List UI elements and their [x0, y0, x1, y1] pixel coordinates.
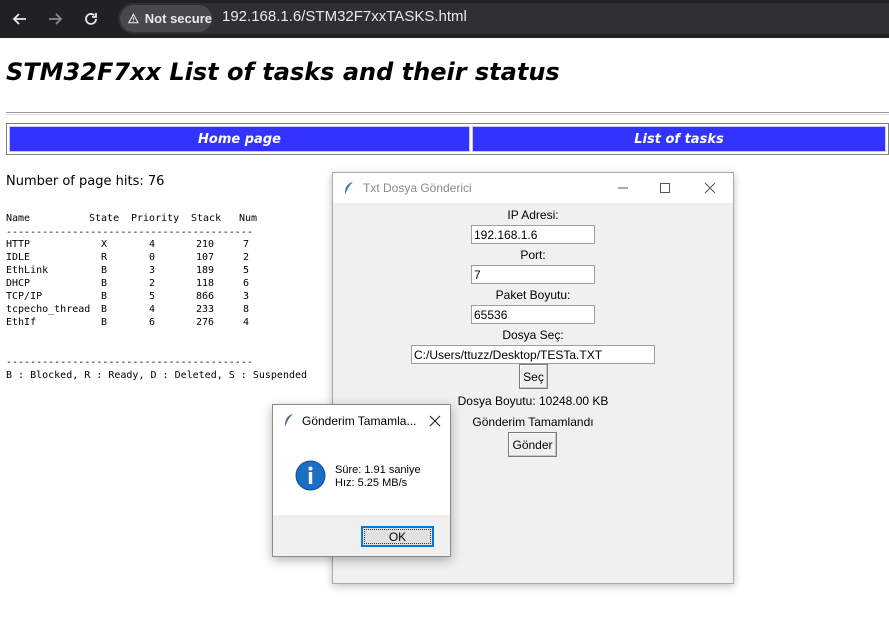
info-icon: [295, 460, 326, 491]
cell-state: X: [101, 239, 108, 250]
table-separator: ----------------------------------------…: [6, 227, 253, 238]
minimize-button[interactable]: [613, 178, 633, 198]
cell-name: HTTP: [6, 239, 31, 250]
feather-icon: [285, 414, 293, 426]
cell-num: 3: [243, 291, 250, 302]
speed-text: Hız: 5.25 MB/s: [335, 477, 408, 489]
nav-list-of-tasks[interactable]: List of tasks: [472, 126, 886, 152]
cell-stack: 189: [196, 265, 215, 276]
cell-num: 7: [243, 239, 250, 250]
header-stack: Stack: [191, 213, 222, 224]
url-text[interactable]: 192.168.1.6/STM32F7xxTASKS.html: [222, 8, 467, 25]
table-separator-bottom: ----------------------------------------…: [6, 357, 253, 368]
close-button[interactable]: [700, 178, 720, 198]
cell-stack: 118: [196, 278, 215, 289]
cell-priority: 4: [149, 239, 156, 250]
warning-icon: [128, 13, 139, 24]
state-legend: B : Blocked, R : Ready, D : Deleted, S :…: [6, 370, 308, 381]
send-button[interactable]: Gönder: [508, 432, 557, 457]
ip-input[interactable]: 192.168.1.6: [471, 225, 595, 244]
port-input[interactable]: 7: [471, 265, 595, 284]
forward-button[interactable]: [42, 6, 68, 32]
feather-icon: [345, 182, 353, 194]
nav-home-page[interactable]: Home page: [9, 126, 470, 152]
close-icon: [429, 415, 441, 427]
nav-bar: Home page List of tasks: [6, 123, 889, 155]
packet-size-input[interactable]: 65536: [471, 305, 595, 324]
cell-num: 5: [243, 265, 250, 276]
back-button[interactable]: [7, 6, 33, 32]
cell-num: 2: [243, 252, 250, 263]
header-state: State: [89, 213, 120, 224]
window-title: Txt Dosya Gönderici: [363, 181, 472, 195]
window-titlebar[interactable]: Txt Dosya Gönderici: [333, 173, 733, 203]
close-icon: [704, 182, 716, 194]
nav-tasks-label[interactable]: List of tasks: [634, 132, 723, 147]
packet-size-label: Paket Boyutu:: [495, 288, 571, 302]
cell-state: R: [101, 252, 108, 263]
select-file-button[interactable]: Seç: [519, 364, 548, 389]
cell-name: EthIf: [6, 317, 37, 328]
file-path-input[interactable]: C:/Users/ttuzz/Desktop/TESTa.TXT: [411, 345, 655, 364]
header-num: Num: [239, 213, 258, 224]
cell-state: B: [101, 278, 108, 289]
cell-num: 4: [243, 317, 250, 328]
cell-num: 8: [243, 304, 250, 315]
cell-name: IDLE: [6, 252, 31, 263]
duration-text: Süre: 1.91 saniye: [335, 464, 421, 476]
not-secure-label: Not secure: [144, 11, 212, 26]
site-info-chip[interactable]: Not secure: [120, 5, 212, 32]
cell-state: B: [101, 304, 108, 315]
file-select-label: Dosya Seç:: [502, 328, 564, 342]
dialog-footer: OK: [273, 515, 450, 556]
cell-state: B: [101, 265, 108, 276]
reload-button[interactable]: [78, 6, 104, 32]
cell-name: DHCP: [6, 278, 31, 289]
page-hits: Number of page hits: 76: [6, 174, 165, 189]
cell-num: 6: [243, 278, 250, 289]
page-title: STM32F7xx List of tasks and their status: [6, 58, 560, 86]
cell-priority: 5: [149, 291, 156, 302]
cell-stack: 233: [196, 304, 215, 315]
cell-name: tcpecho_thread: [6, 304, 91, 315]
back-arrow-icon: [12, 13, 26, 25]
nav-home-label[interactable]: Home page: [198, 132, 281, 147]
ok-button[interactable]: OK: [361, 526, 434, 547]
cell-priority: 0: [149, 252, 156, 263]
minimize-icon: [618, 187, 628, 189]
browser-toolbar: Not secure 192.168.1.6/STM32F7xxTASKS.ht…: [0, 0, 889, 38]
cell-stack: 107: [196, 252, 215, 263]
completion-dialog: Gönderim Tamamla... Süre: 1.91 saniye Hı…: [272, 404, 451, 557]
divider: [6, 112, 889, 115]
cell-state: B: [101, 291, 108, 302]
header-name: Name: [6, 213, 31, 224]
dialog-close-button[interactable]: [425, 411, 445, 431]
cell-name: EthLink: [6, 265, 49, 276]
cell-priority: 2: [149, 278, 156, 289]
dialog-title: Gönderim Tamamla...: [302, 414, 417, 428]
cell-stack: 276: [196, 317, 215, 328]
cell-name: TCP/IP: [6, 291, 43, 302]
cell-priority: 3: [149, 265, 156, 276]
reload-icon: [85, 13, 97, 25]
cell-state: B: [101, 317, 108, 328]
port-label: Port:: [520, 248, 546, 262]
cell-stack: 866: [196, 291, 215, 302]
header-priority: Priority: [131, 213, 180, 224]
cell-priority: 4: [149, 304, 156, 315]
maximize-icon: [660, 183, 670, 193]
maximize-button[interactable]: [655, 178, 675, 198]
cell-stack: 210: [196, 239, 215, 250]
cell-priority: 6: [149, 317, 156, 328]
ip-label: IP Adresi:: [507, 208, 559, 222]
forward-arrow-icon: [49, 13, 63, 25]
